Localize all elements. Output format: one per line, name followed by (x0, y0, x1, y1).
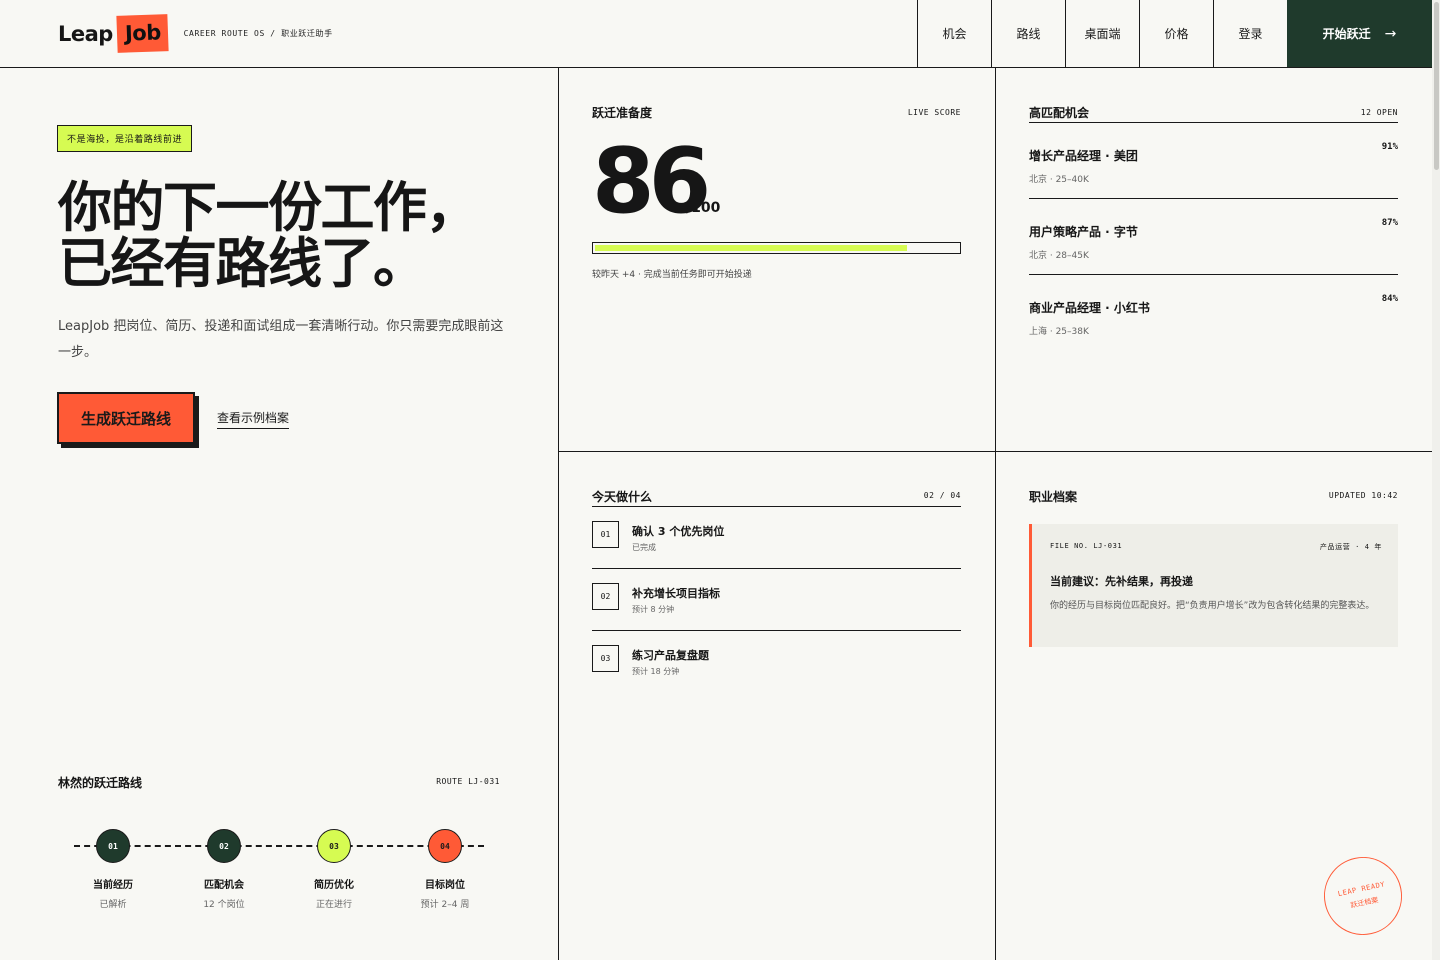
job-meta: 北京 · 25–40K (1029, 175, 1089, 185)
file-number: FILE NO. LJ-031 (1050, 542, 1123, 550)
step-number: 04 (428, 829, 462, 863)
step-number: 02 (207, 829, 241, 863)
score-progress-bar (592, 242, 961, 254)
step-status: 预计 2–4 周 (420, 900, 470, 910)
tasks-title: 今天做什么 (592, 490, 653, 504)
arrow-right-icon: → (1384, 25, 1397, 42)
file-tag: 产品运营 · 4 年 (1319, 543, 1382, 551)
route-title: 林然的跃迁路线 (58, 776, 143, 790)
step-number: 03 (317, 829, 351, 863)
score-meta: LIVE SCORE (907, 108, 961, 117)
start-leap-label: 开始跃迁 (1322, 27, 1371, 41)
task-number: 03 (592, 645, 619, 672)
step-name: 匹配机会 (204, 880, 244, 891)
score-progress-fill (595, 245, 908, 251)
nav-item-routes[interactable]: 路线 (991, 0, 1065, 67)
nav-item-opportunities[interactable]: 机会 (917, 0, 991, 67)
step-number: 01 (96, 829, 130, 863)
hero-title: 你的下一份工作， 已经有路线了。 (58, 180, 518, 292)
task-number: 02 (592, 583, 619, 610)
nav-item-desktop[interactable]: 桌面端 (1065, 0, 1139, 67)
stamp-top-text: LEAP READY (1337, 879, 1386, 898)
route-step[interactable]: 03 简历优化 正在进行 (289, 829, 379, 910)
start-leap-button[interactable]: 开始跃迁 → (1287, 0, 1432, 67)
jobs-title: 高匹配机会 (1029, 106, 1090, 120)
task-status: 预计 8 分钟 (632, 605, 675, 614)
hero-badge: 不是海投，是沿着路线前进 (57, 125, 193, 152)
hero-title-line1: 你的下一份工作， (58, 176, 480, 239)
file-headline: 当前建议：先补结果，再投递 (1050, 575, 1193, 588)
step-status: 12 个岗位 (203, 900, 245, 910)
task-item[interactable]: 03 练习产品复盘题 预计 18 分钟 (592, 631, 961, 693)
route-step[interactable]: 04 目标岗位 预计 2–4 周 (400, 829, 490, 910)
scrollbar-thumb[interactable] (1434, 2, 1439, 170)
task-title: 确认 3 个优先岗位 (632, 525, 725, 538)
job-item[interactable]: 增长产品经理 · 美团 北京 · 25–40K 91% (1029, 123, 1398, 199)
task-status: 预计 18 分钟 (632, 667, 680, 676)
task-title: 补充增长项目指标 (632, 587, 720, 600)
main-nav: 机会 路线 桌面端 价格 登录 开始跃迁 → (917, 0, 1432, 67)
job-title: 用户策略产品 · 字节 (1029, 225, 1138, 239)
step-status: 正在进行 (315, 900, 352, 910)
hero-description: LeapJob 把岗位、简历、投递和面试组成一套清晰行动。你只需要完成眼前这一步… (58, 319, 504, 360)
job-title: 商业产品经理 · 小红书 (1029, 301, 1150, 315)
view-sample-link[interactable]: 查看示例档案 (217, 409, 290, 429)
page-scrollbar[interactable] (1432, 0, 1440, 960)
file-card[interactable]: FILE NO. LJ-031 产品运营 · 4 年 当前建议：先补结果，再投递… (1029, 524, 1398, 647)
leap-ready-stamp: LEAP READY 跃迁档案 (1316, 849, 1410, 943)
job-item[interactable]: 商业产品经理 · 小红书 上海 · 25–38K 84% (1029, 275, 1398, 351)
task-item[interactable]: 02 补充增长项目指标 预计 8 分钟 (592, 569, 961, 631)
step-name: 简历优化 (314, 880, 354, 891)
job-match: 91% (1381, 142, 1398, 152)
route-step[interactable]: 01 当前经历 已解析 (68, 829, 158, 910)
job-match: 87% (1381, 218, 1398, 228)
score-max: /100 (686, 200, 721, 216)
nav-item-login[interactable]: 登录 (1213, 0, 1287, 67)
brand-tagline: CAREER ROUTE OS / 职业跃迁助手 (183, 29, 333, 38)
file-body: 你的经历与目标岗位匹配良好。把“负责用户增长”改为包含转化结果的完整表达。 (1050, 601, 1375, 611)
generate-route-button[interactable]: 生成跃迁路线 (57, 392, 195, 444)
step-status: 已解析 (99, 900, 127, 910)
tasks-list: 01 确认 3 个优先岗位 已完成 02 补充增长项目指标 预计 8 分钟 03… (592, 506, 961, 693)
jobs-list: 增长产品经理 · 美团 北京 · 25–40K 91% 用户策略产品 · 字节 … (1029, 122, 1398, 351)
job-meta: 北京 · 28–45K (1029, 251, 1089, 261)
score-title: 跃迁准备度 (592, 106, 653, 120)
divider (558, 68, 559, 960)
top-header: Leap Job CAREER ROUTE OS / 职业跃迁助手 机会 路线 … (0, 0, 1432, 68)
jobs-meta: 12 OPEN (1360, 108, 1398, 117)
task-number: 01 (592, 521, 619, 548)
step-name: 当前经历 (93, 880, 133, 891)
task-status: 已完成 (632, 543, 656, 552)
job-match: 84% (1381, 294, 1398, 304)
logo-leap: Leap (58, 21, 113, 46)
file-updated: UPDATED 10:42 (1328, 491, 1398, 500)
divider (558, 451, 1432, 452)
job-title: 增长产品经理 · 美团 (1029, 149, 1138, 163)
task-item[interactable]: 01 确认 3 个优先岗位 已完成 (592, 507, 961, 569)
task-title: 练习产品复盘题 (632, 649, 709, 662)
score-note: 较昨天 +4 · 完成当前任务即可开始投递 (592, 270, 752, 280)
route-code: ROUTE LJ-031 (436, 777, 500, 786)
step-name: 目标岗位 (425, 880, 465, 891)
logo[interactable]: Leap Job (58, 14, 169, 53)
logo-job: Job (116, 14, 169, 53)
route-step[interactable]: 02 匹配机会 12 个岗位 (179, 829, 269, 910)
divider (995, 68, 996, 960)
file-title: 职业档案 (1029, 490, 1078, 504)
stamp-bottom-text: 跃迁档案 (1349, 895, 1379, 910)
job-meta: 上海 · 25–38K (1029, 327, 1089, 337)
nav-item-pricing[interactable]: 价格 (1139, 0, 1213, 67)
score-value: 86 (592, 129, 711, 234)
hero-title-line2: 已经有路线了。 (58, 232, 427, 295)
tasks-meta: 02 / 04 (923, 491, 961, 500)
job-item[interactable]: 用户策略产品 · 字节 北京 · 28–45K 87% (1029, 199, 1398, 275)
brand: Leap Job CAREER ROUTE OS / 职业跃迁助手 (0, 0, 917, 67)
